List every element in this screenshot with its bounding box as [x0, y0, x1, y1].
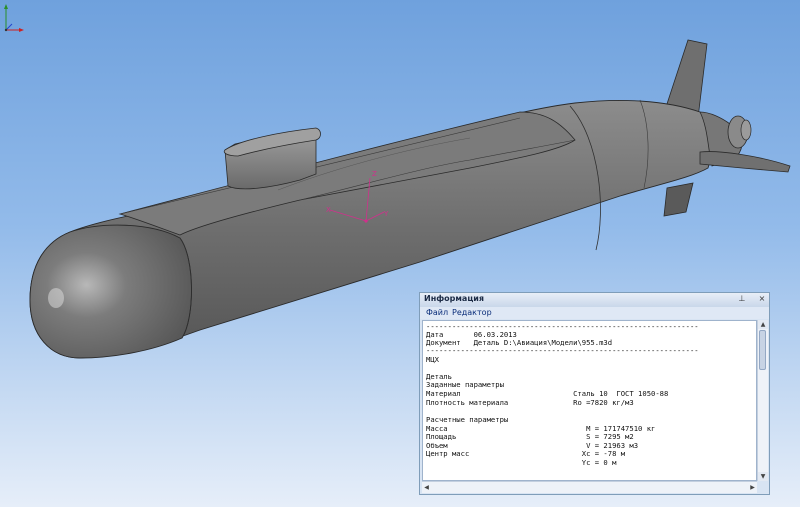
info-titlebar[interactable]: Информация ⊥ × [420, 293, 769, 308]
scroll-left-icon[interactable]: ◀ [422, 482, 431, 493]
lcs-x-label: X [326, 206, 331, 214]
report-line: ----------------------------------------… [426, 346, 699, 355]
info-title: Информация [424, 294, 484, 303]
close-icon[interactable]: × [757, 294, 767, 304]
horizontal-scrollbar[interactable]: ◀ ▶ [422, 481, 757, 493]
menu-editor[interactable]: Редактор [452, 308, 492, 317]
info-report-text[interactable]: ----------------------------------------… [422, 320, 757, 481]
vertical-scrollbar[interactable]: ▲ ▼ [757, 320, 768, 481]
scroll-thumb[interactable] [759, 330, 766, 370]
menu-file[interactable]: Файл [426, 308, 448, 317]
pin-icon[interactable]: ⊥ [737, 294, 747, 304]
scroll-down-icon[interactable]: ▼ [758, 472, 768, 481]
axis-orientation-icon [4, 4, 24, 32]
lcs-y-label: Y [383, 210, 389, 218]
scroll-up-icon[interactable]: ▲ [758, 320, 768, 329]
info-panel: Информация ⊥ × Файл Редактор -----------… [419, 292, 770, 495]
report-line: МЦХ [426, 355, 439, 364]
info-menubar: Файл Редактор [420, 307, 769, 319]
scroll-right-icon[interactable]: ▶ [748, 482, 757, 493]
report-line: Плотность материала Ro =7820 кг/м3 [426, 398, 634, 407]
lcs-z-label: Z [372, 170, 377, 178]
horizontal-stabilizer [699, 151, 791, 173]
report-line: Yc = 0 м [426, 458, 617, 467]
lower-fin [663, 182, 694, 217]
